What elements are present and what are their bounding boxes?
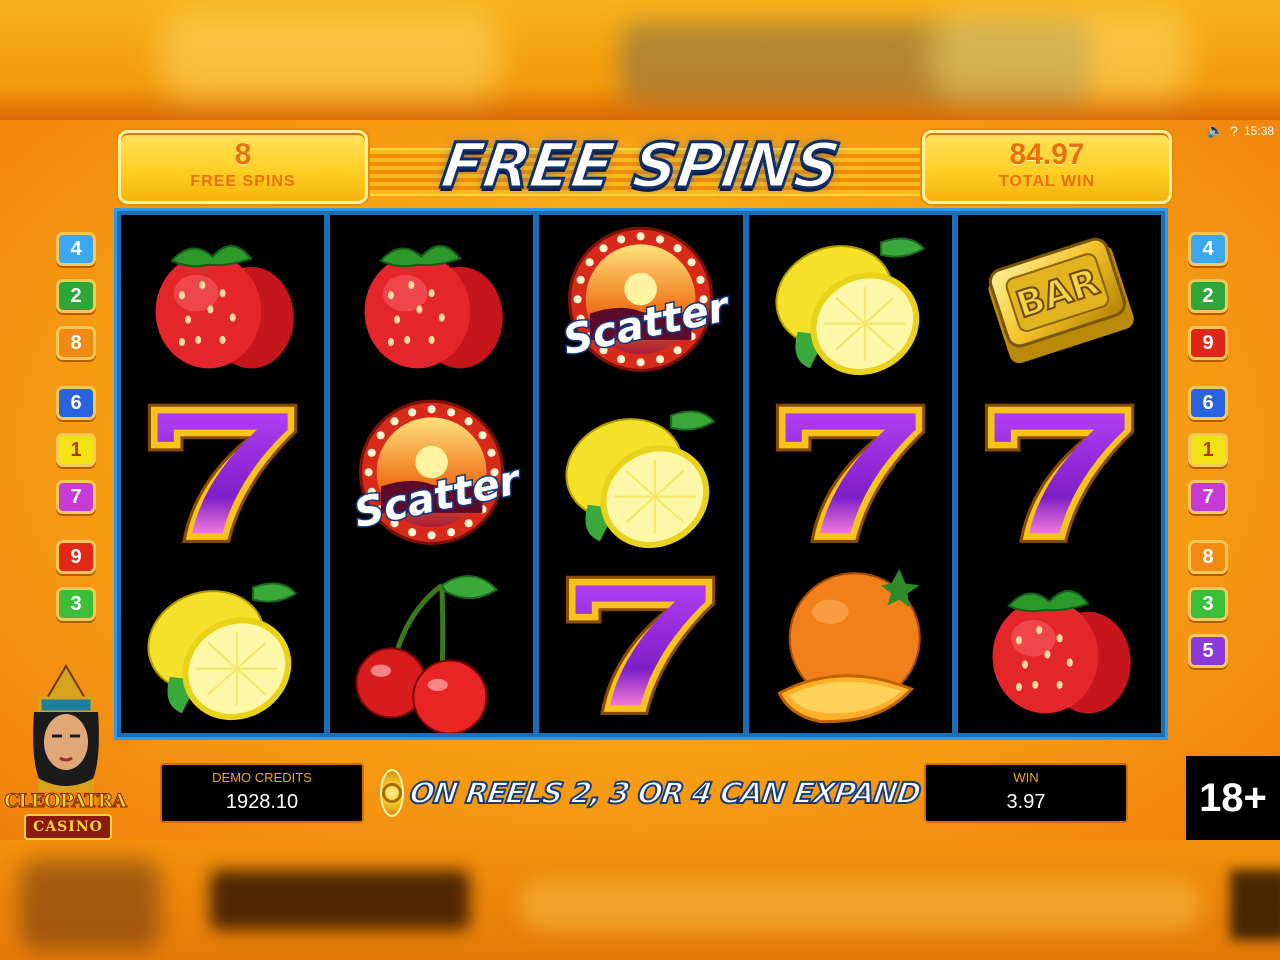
reel-4 [748,215,952,733]
free-spins-title: FREE SPINS [435,128,844,204]
cleopatra-portrait-icon [33,664,99,792]
credits-value: 1928.10 [225,791,299,813]
help-icon[interactable]: ? [1230,123,1238,139]
payline-left-8[interactable]: 8 [56,326,96,360]
win-label: WIN [1013,770,1039,785]
payline-right-7[interactable]: 7 [1188,480,1228,514]
paylines-right: 4 2 9 6 1 7 8 3 5 [1182,232,1234,694]
demo-credits-panel: DEMO CREDITS 1928.10 [160,763,364,823]
reel-5: BAR [957,215,1162,733]
strawberry-symbol-icon [121,215,324,388]
system-controls: 🔈 ? 15:38 [1207,122,1274,139]
payline-right-9[interactable]: 9 [1188,326,1228,360]
logo-name: CLEOPATRA [4,790,128,813]
age-restriction-badge: 18+ [1186,756,1280,840]
bar-symbol-icon: BAR [958,215,1161,388]
payline-left-1[interactable]: 1 [56,433,96,467]
casino-logo: CLEOPATRA CASINO [0,660,132,840]
free-spins-count: 8 [234,138,252,171]
logo-subtitle: CASINO [24,814,112,840]
paylines-left: 4 2 8 6 1 7 9 3 [50,232,102,647]
win-panel: WIN 3.97 [924,763,1128,823]
payline-left-6[interactable]: 6 [56,386,96,420]
info-message-text: ON REELS 2, 3 OR 4 CAN EXPAND [407,775,924,811]
lemon-symbol-icon [539,388,742,561]
sound-icon[interactable]: 🔈 [1207,122,1224,139]
reel-1 [121,215,325,733]
reel-grid[interactable]: Scatter Scatter BAR [114,208,1168,740]
orange-symbol-icon [749,560,952,733]
total-win-label: TOTAL WIN [998,173,1096,190]
info-message: ON REELS 2, 3 OR 4 CAN EXPAND [380,768,923,818]
seven-symbol-icon [121,388,324,561]
scatter-symbol-icon: Scatter [539,215,742,388]
payline-right-4[interactable]: 4 [1188,232,1228,266]
seven-symbol-icon [539,560,742,733]
lemon-symbol-icon [121,560,324,733]
lemon-symbol-icon [749,215,952,388]
payline-left-7[interactable]: 7 [56,480,96,514]
payline-left-2[interactable]: 2 [56,279,96,313]
payline-right-2[interactable]: 2 [1188,279,1228,313]
reel-3: Scatter [539,215,743,733]
clock: 15:38 [1243,123,1274,138]
strawberry-symbol-icon [330,215,533,388]
free-spins-label: FREE SPINS [190,173,296,190]
payline-right-5[interactable]: 5 [1188,634,1228,668]
strawberry-symbol-icon [958,560,1161,733]
coin-icon [380,769,404,817]
total-win-counter: 84.97 TOTAL WIN [922,130,1172,204]
seven-symbol-icon [958,388,1161,561]
payline-right-6[interactable]: 6 [1188,386,1228,420]
payline-right-8[interactable]: 8 [1188,540,1228,574]
win-value: 3.97 [1006,791,1046,813]
total-win-value: 84.97 [1009,138,1085,171]
credits-label: DEMO CREDITS [212,770,312,785]
free-spins-counter: 8 FREE SPINS [118,130,368,204]
payline-left-3[interactable]: 3 [56,587,96,621]
scatter-symbol-icon: Scatter [330,388,533,561]
payline-left-9[interactable]: 9 [56,540,96,574]
slot-game-screen: 8 FREE SPINS FREE SPINS 84.97 TOTAL WIN … [0,120,1280,840]
payline-right-1[interactable]: 1 [1188,433,1228,467]
payline-right-3[interactable]: 3 [1188,587,1228,621]
payline-left-4[interactable]: 4 [56,232,96,266]
reel-2: Scatter [330,215,534,733]
cherry-symbol-icon [330,560,533,733]
blurred-background-bottom [0,840,1280,960]
blurred-background-top [0,0,1280,120]
seven-symbol-icon [749,388,952,561]
